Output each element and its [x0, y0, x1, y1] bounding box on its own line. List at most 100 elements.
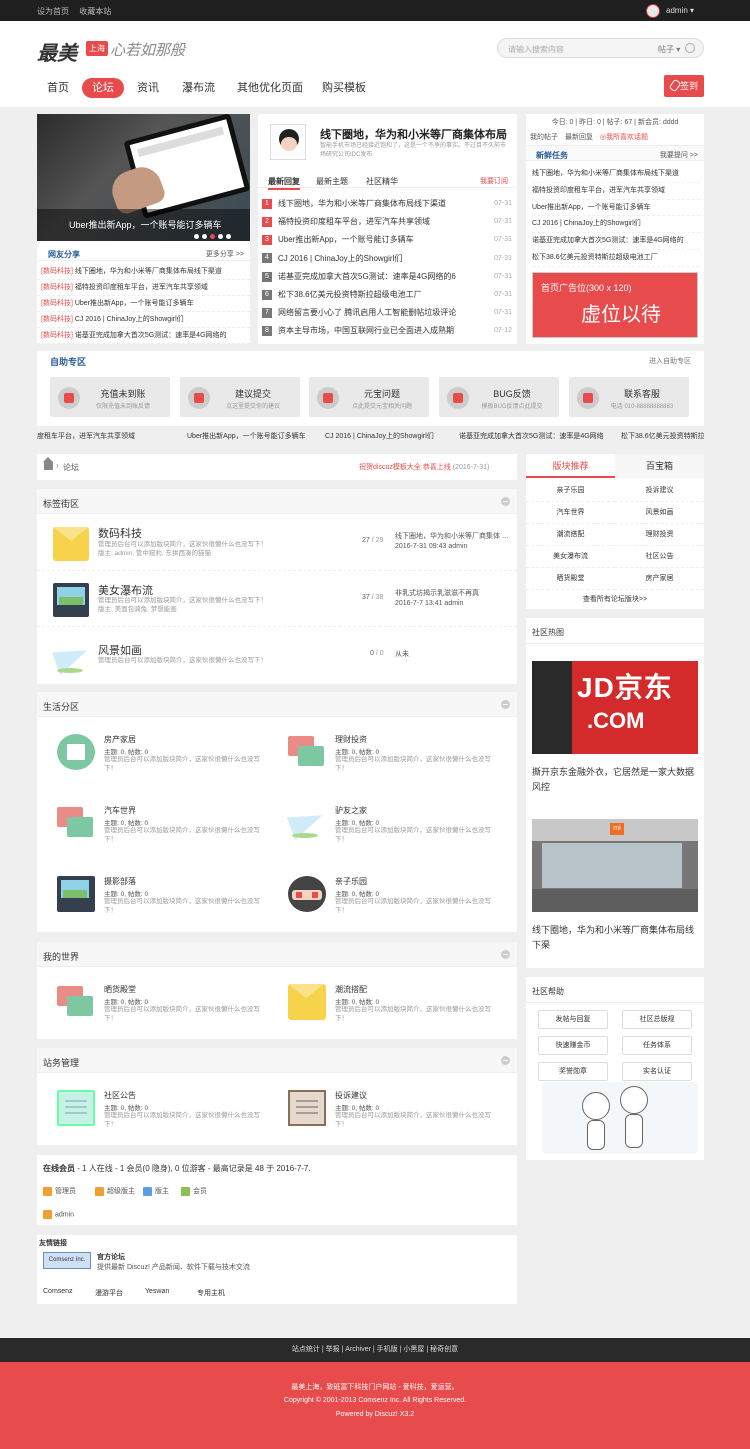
recharge-box[interactable]: 充值未到账 仅限充值未到账反馈 [50, 377, 170, 417]
collapse-icon[interactable] [501, 497, 510, 506]
forum-cell[interactable]: 摄影部落 主题: 0, 帖数: 0 管理员后台可以添加版块简介，这家伙很懒什么也… [37, 866, 267, 932]
slide-dot[interactable] [226, 234, 231, 239]
nav-waterfall[interactable]: 瀑布流 [182, 78, 215, 98]
bookmark-link[interactable]: 收藏本站 [79, 7, 111, 16]
user-avatar-icon[interactable] [646, 4, 660, 18]
suggestion-box[interactable]: 建议提交 点这里提交你的建议 [180, 377, 300, 417]
site-logo[interactable]: 最美 [37, 37, 77, 66]
tab-latest-reply[interactable]: 最新回复 [268, 176, 300, 190]
grid-item[interactable]: 亲子乐园 [526, 480, 615, 502]
forum-cell[interactable]: 驴友之家 主题: 0, 帖数: 0 管理员后台可以添加版块简介，这家伙很懒什么也… [268, 795, 498, 861]
self-help-more-link[interactable]: 进入自助专区 [649, 356, 691, 366]
nav-news[interactable]: 资讯 [137, 78, 159, 98]
forum-title[interactable]: 理财投资 [335, 734, 367, 745]
help-button[interactable]: 实名认证 [622, 1062, 692, 1081]
list-item[interactable]: [数码科技] Uber推出新App，一个账号能订多辆车 [37, 296, 250, 312]
forum-row[interactable]: 数码科技 管理员后台可以添加版块简介，这家伙很懒什么也没写下！ 版主: admi… [37, 515, 517, 571]
footer-nav[interactable]: 站点统计 | 举报 | Archiver | 手机版 | 小黑屋 | 秘奇创意 [0, 1338, 750, 1362]
friend-link[interactable]: Comsenz [43, 1288, 73, 1295]
help-button[interactable]: 社区总版规 [622, 1010, 692, 1029]
ask-link[interactable]: 我要提问 >> [660, 150, 698, 160]
list-item[interactable]: 8 资本主导市场，中国互联网行业已全面进入成熟期 07-12 [262, 322, 514, 340]
list-item[interactable]: 松下38.6亿美元投资特斯拉超级电池工厂 [532, 250, 700, 267]
help-button[interactable]: 发帖与回复 [538, 1010, 608, 1029]
forum-row[interactable]: 风景如画 管理员后台可以添加版块简介，这家伙很懒什么也没写下！ 0 / 0 从未 [37, 628, 517, 683]
list-item[interactable]: [数码科技] 诺基亚完成加拿大首次5G测试：速率是4G网络的 [37, 328, 250, 344]
contact-service-box[interactable]: 联系客服 电话 010-88888888883 [569, 377, 689, 417]
view-all-forums-link[interactable]: 查看所有论坛版块>> [526, 594, 704, 604]
list-item[interactable]: 7 网络留言要小心了 腾讯启用人工智能删帖垃圾评论 07-31 [262, 304, 514, 322]
list-item[interactable]: 1 线下圈地，华为和小米等厂商集体布局线下渠道 07-31 [262, 195, 514, 213]
grid-item[interactable]: 晒货殿堂 [526, 568, 615, 590]
forum-cell[interactable]: 理财投资 主题: 0, 帖数: 0 管理员后台可以添加版块简介，这家伙很懒什么也… [268, 724, 498, 790]
forum-title[interactable]: 数码科技 [98, 525, 142, 541]
forum-title[interactable]: 美女瀑布流 [98, 582, 153, 598]
signin-button[interactable]: 签到 [664, 75, 704, 97]
share-more-link[interactable]: 更多分享 >> [206, 249, 244, 259]
help-button[interactable]: 任务体系 [622, 1036, 692, 1055]
tab-my-posts[interactable]: 我的帖子 [530, 134, 558, 141]
home-icon[interactable] [43, 457, 53, 470]
grid-item[interactable]: 社区公告 [615, 546, 704, 568]
forum-title[interactable]: 投诉建议 [335, 1090, 367, 1101]
ad-banner[interactable]: 首页广告位(300 x 120) 虚位以待 [532, 272, 698, 338]
group-header[interactable]: 站务管理 [37, 1048, 517, 1073]
help-button[interactable]: 快速赚金币 [538, 1036, 608, 1055]
tab-toolbox[interactable]: 百宝箱 [615, 454, 704, 478]
ticker-item[interactable]: Uber推出新App，一个账号能订多辆车 [187, 431, 306, 441]
tab-latest-reply[interactable]: 最新回复 [565, 134, 593, 141]
nav-other-pages[interactable]: 其他优化页面 [237, 78, 303, 98]
forum-title[interactable]: 晒货殿堂 [104, 984, 136, 995]
grid-item[interactable]: 风景如画 [615, 502, 704, 524]
forum-title[interactable]: 摄影部落 [104, 876, 136, 887]
group-header[interactable]: 我的世界 [37, 942, 517, 967]
ticker-item[interactable]: 诺基亚完成加拿大首次5G测试：速率是4G网络 [459, 431, 604, 441]
list-item[interactable]: [数码科技] 福特投资印度租车平台，进军汽车共享领域 [37, 280, 250, 296]
collapse-icon[interactable] [501, 700, 510, 709]
list-item[interactable]: 4 CJ 2016 | ChinaJoy上的Showgirl们 07-31 [262, 250, 514, 268]
grid-item[interactable]: 房产家居 [615, 568, 704, 590]
forum-title[interactable]: 风景如画 [98, 642, 142, 658]
collapse-icon[interactable] [501, 950, 510, 959]
list-item[interactable]: 线下圈地，华为和小米等厂商集体布局线下渠道 [532, 166, 700, 183]
tab-favorite-topics[interactable]: ◎我所喜欢话题 [600, 134, 648, 141]
search-scope-select[interactable]: 帖子 ▾ [658, 44, 680, 55]
forum-title[interactable]: 社区公告 [104, 1090, 136, 1101]
list-item[interactable]: 3 Uber推出新App，一个账号能订多辆车 07-31 [262, 231, 514, 249]
bug-report-box[interactable]: BUG反馈 模板BUG反馈点此提交 [439, 377, 559, 417]
tab-featured[interactable]: 社区精华 [366, 176, 398, 187]
list-item[interactable]: [数码科技] 线下圈地，华为和小米等厂商集体布局线下渠道 [37, 264, 250, 280]
forum-cell[interactable]: 亲子乐园 主题: 0, 帖数: 0 管理员后台可以添加版块简介，这家伙很懒什么也… [268, 866, 498, 932]
coin-issue-box[interactable]: 元宝问题 点此提交元宝相关问题 [309, 377, 429, 417]
grid-item[interactable]: 美女瀑布流 [526, 546, 615, 568]
friend-link[interactable]: 漫游平台 [95, 1288, 123, 1298]
nav-forum[interactable]: 论坛 [82, 78, 124, 98]
list-item[interactable]: 福特投资印度租车平台，进军汽车共享领域 [532, 183, 700, 200]
tab-latest-topic[interactable]: 最新主题 [316, 176, 348, 187]
subscribe-link[interactable]: 我要订阅 [480, 176, 508, 186]
list-item[interactable]: 5 诺基亚完成加拿大首次5G测试：速率是4G网络的6 07-31 [262, 268, 514, 286]
grid-item[interactable]: 潮流搭配 [526, 524, 615, 546]
list-item[interactable]: [数码科技] CJ 2016 | ChinaJoy上的Showgirl们 [37, 312, 250, 328]
list-item[interactable]: 2 福特投资印度租车平台，进军汽车共享领域 07-31 [262, 213, 514, 231]
online-header[interactable]: 在线会员 - 1 人在线 - 1 会员(0 隐身), 0 位游客 - 最高记录是… [43, 1163, 311, 1174]
group-header[interactable]: 标签街区 [37, 489, 517, 514]
forum-cell[interactable]: 投诉建议 主题: 0, 帖数: 0 管理员后台可以添加版块简介，这家伙很懒什么也… [268, 1080, 498, 1146]
forum-cell[interactable]: 晒货殿堂 主题: 0, 帖数: 0 管理员后台可以添加版块简介，这家伙很懒什么也… [37, 974, 267, 1040]
search-box[interactable]: 请输入搜索内容 帖子 ▾ [497, 38, 704, 58]
last-post-title[interactable]: 线下圈地，华为和小米等厂商集体 … [395, 532, 509, 542]
image-caption[interactable]: 撕开京东金融外衣，它居然是一家大数据风控 [532, 765, 698, 795]
grid-item[interactable]: 汽车世界 [526, 502, 615, 524]
forum-title[interactable]: 潮流搭配 [335, 984, 367, 995]
help-button[interactable]: 奖誉勋章 [538, 1062, 608, 1081]
forum-title[interactable]: 驴友之家 [335, 805, 367, 816]
forum-cell[interactable]: 潮流搭配 主题: 0, 帖数: 0 管理员后台可以添加版块简介，这家伙很懒什么也… [268, 974, 498, 1040]
discuz-logo[interactable]: Comsenz Inc. [43, 1252, 91, 1269]
forum-row[interactable]: 美女瀑布流 管理员后台可以添加版块简介，这家伙很懒什么也没写下！ 版主: 美面包… [37, 572, 517, 627]
forum-title[interactable]: 汽车世界 [104, 805, 136, 816]
breadcrumb-forum[interactable]: 论坛 [63, 462, 79, 473]
collapse-icon[interactable] [501, 1056, 510, 1065]
jd-image[interactable]: JD京东 .COM [532, 661, 698, 754]
slide-dot-active[interactable] [210, 234, 215, 239]
slide-dot[interactable] [202, 234, 207, 239]
